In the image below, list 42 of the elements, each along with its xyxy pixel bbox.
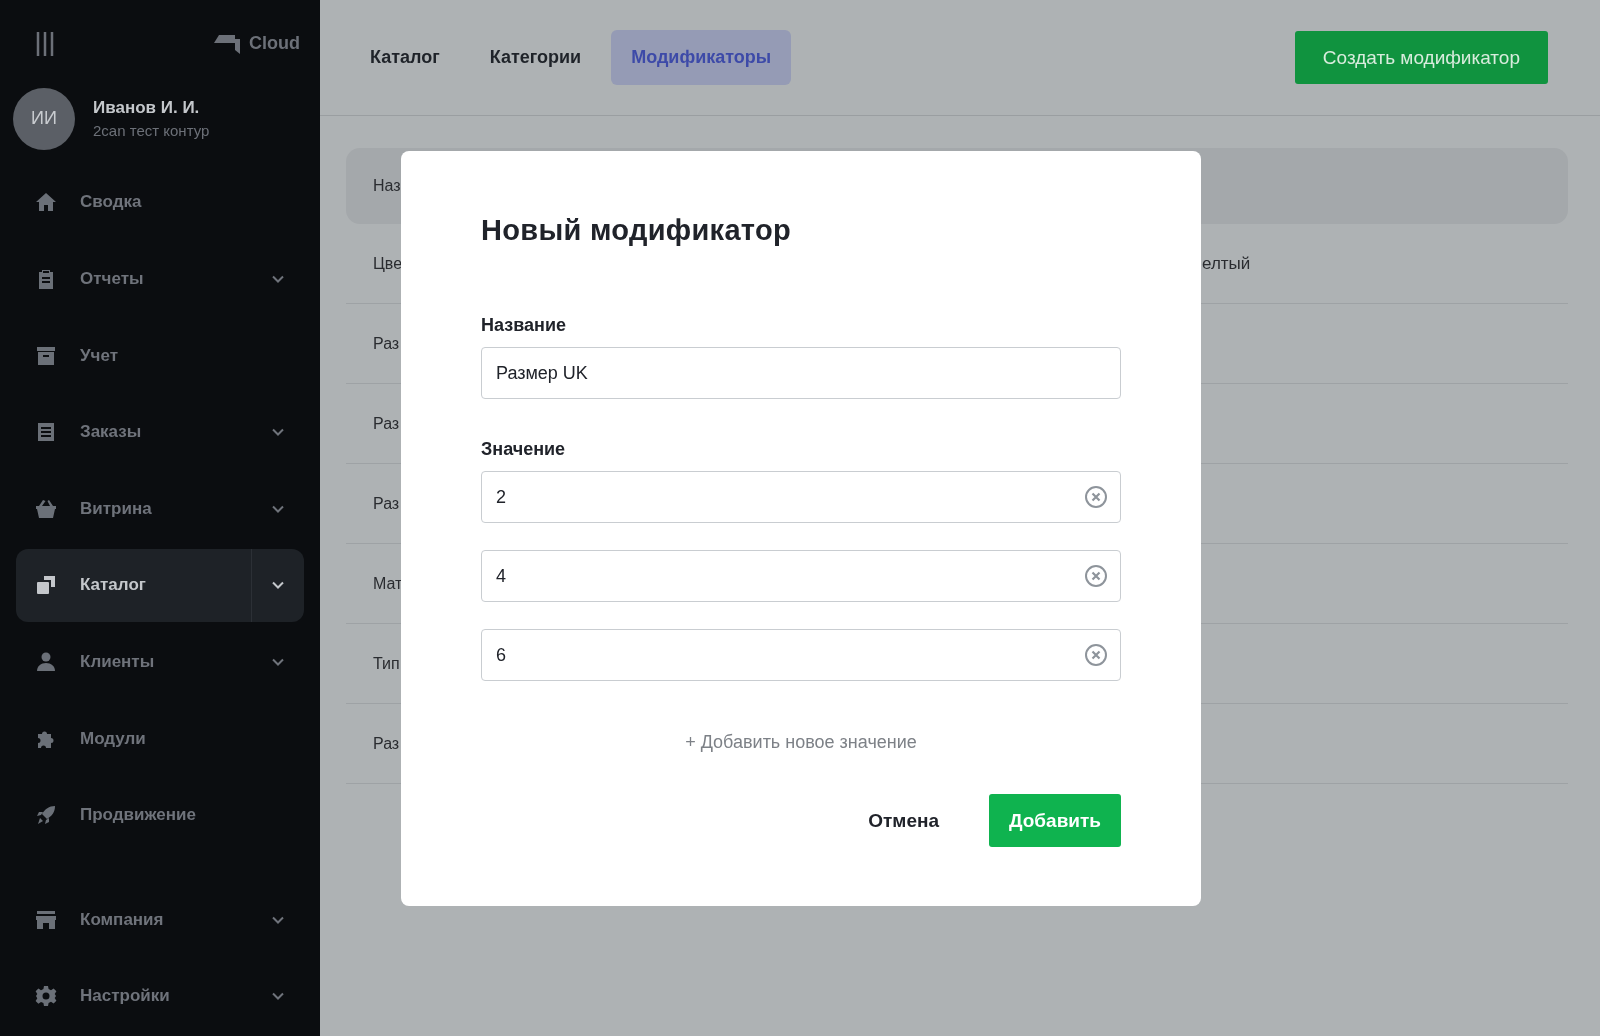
table-cell-text: Раз [373, 494, 401, 513]
table-cell: Мат [373, 574, 403, 593]
cloud-logo-icon [213, 32, 243, 55]
table-cell-text: Раз [373, 734, 401, 753]
menu-icon[interactable] [36, 30, 54, 57]
sidebar-item[interactable]: Настройки [16, 959, 304, 1034]
sidebar-item[interactable]: Учет [16, 318, 304, 393]
tab[interactable]: Каталог [350, 30, 460, 85]
name-input-field[interactable]: Размер UK [481, 347, 1121, 399]
table-cell: Цве [373, 254, 403, 273]
sidebar-item[interactable]: Модули [16, 701, 304, 776]
dialog-title: Новый модификатор [481, 214, 792, 247]
sidebar-item[interactable]: Каталог [16, 548, 304, 623]
create-modifier-button[interactable]: Создать модификатор [1294, 31, 1548, 84]
sidebar-item[interactable]: Витрина [16, 471, 304, 546]
cancel-button[interactable]: Отмена [862, 808, 945, 833]
column-header: Наз [373, 177, 401, 195]
tab[interactable]: Категории [469, 30, 602, 85]
sidebar-item[interactable]: Компания [16, 882, 304, 957]
value-input-field[interactable]: 2 [481, 471, 1121, 523]
sidebar-item[interactable]: Сводка [16, 165, 304, 240]
person-icon [34, 650, 58, 674]
sidebar-item[interactable]: Отчеты [16, 242, 304, 316]
field-label: Название [481, 315, 567, 336]
table-cell-text: Раз [373, 414, 401, 433]
tab[interactable]: Модификаторы [611, 30, 792, 85]
table-cell-text: Тип [373, 654, 401, 673]
sidebar-item[interactable]: Продвижение [16, 778, 304, 852]
table-cell: елтый [1202, 253, 1251, 274]
field-label: Значение [481, 439, 567, 460]
add-button[interactable]: Добавить [989, 794, 1121, 847]
value-input-field[interactable]: 6 [481, 629, 1121, 681]
gear-icon [34, 984, 58, 1009]
value-input-field[interactable]: 4 [481, 550, 1121, 602]
table-cell-text: Раз [373, 334, 401, 353]
user-avatar: ИИ [13, 87, 75, 150]
add-value-link[interactable]: + Добавить новое значение [679, 731, 923, 754]
sidebar-item[interactable]: Клиенты [16, 625, 304, 699]
brand-name: Cloud [249, 33, 300, 55]
user-name: Иванов И. И. [93, 98, 201, 119]
organization-name: 2can тест контур [93, 122, 210, 140]
sidebar-item[interactable]: Заказы [16, 395, 304, 469]
